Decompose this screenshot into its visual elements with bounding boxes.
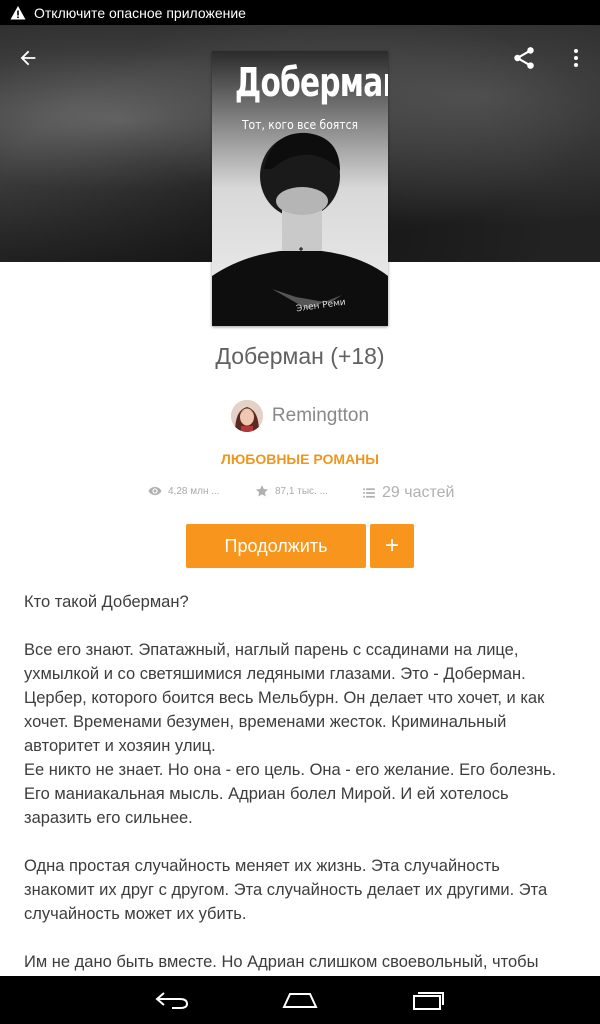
add-to-library-button[interactable]: + bbox=[370, 524, 414, 568]
status-bar: Отключите опасное приложение bbox=[0, 0, 600, 25]
description-line: Кто такой Доберман? bbox=[24, 593, 189, 611]
share-button[interactable] bbox=[506, 40, 542, 76]
story-cover[interactable]: Доберман Тот, кого все боятся Элен Реми bbox=[212, 51, 388, 326]
description-line: Им не дано быть вместе. Но Адриан слишко… bbox=[24, 953, 539, 971]
system-nav-bar bbox=[0, 976, 600, 1024]
description-line: Одна простая случайность меняет их жизнь… bbox=[24, 857, 500, 875]
eye-icon bbox=[148, 486, 162, 496]
votes-stat: 87,1 тыс. ... bbox=[255, 484, 328, 498]
nav-home-button[interactable] bbox=[276, 984, 324, 1016]
description-line: случайность может их убить. bbox=[24, 905, 247, 923]
share-icon bbox=[514, 47, 534, 69]
author-name[interactable]: Remingtton bbox=[272, 405, 369, 427]
author-row[interactable]: Remingtton bbox=[0, 400, 600, 432]
more-options-button[interactable] bbox=[558, 40, 594, 76]
story-stats: 4,28 млн ... 87,1 тыс. ... 29 частей bbox=[0, 484, 600, 510]
story-title: Доберман (+18) bbox=[215, 343, 385, 369]
nav-recents-icon bbox=[413, 992, 444, 1010]
story-description: Кто такой Доберман? Все его знают. Эпата… bbox=[24, 590, 576, 976]
author-avatar[interactable] bbox=[230, 400, 263, 432]
parts-stat: 29 частей bbox=[362, 484, 454, 502]
description-line: Все его знают. Эпатажный, наглый парень … bbox=[24, 641, 519, 659]
reads-stat: 4,28 млн ... bbox=[148, 484, 220, 498]
more-vert-icon bbox=[574, 49, 578, 67]
description-line: ухмылкой и со светяшимися ледяными глаза… bbox=[24, 665, 526, 683]
nav-back-icon bbox=[155, 992, 189, 1009]
star-icon bbox=[255, 485, 269, 497]
description-line: Ее никто не знает. Но она - его цель. Он… bbox=[24, 761, 557, 779]
warning-icon bbox=[10, 5, 26, 19]
list-icon bbox=[363, 488, 375, 498]
continue-reading-button[interactable]: Продолжить bbox=[186, 524, 366, 568]
description-line: хочет. Временами безумен, временами жест… bbox=[24, 713, 507, 731]
nav-back-button[interactable] bbox=[148, 984, 196, 1016]
description-line: заразить его сильнее. bbox=[24, 809, 193, 827]
status-notification-text: Отключите опасное приложение bbox=[34, 4, 246, 21]
nav-home-icon bbox=[282, 993, 318, 1008]
reads-count: 4,28 млн ... bbox=[168, 485, 220, 497]
arrow-back-icon bbox=[20, 50, 36, 66]
description-line: Его маниакальная мысль. Адриан болел Мир… bbox=[24, 785, 509, 803]
votes-count: 87,1 тыс. ... bbox=[275, 485, 328, 497]
back-button[interactable] bbox=[10, 40, 46, 76]
category-link[interactable]: ЛЮБОВНЫЕ РОМАНЫ bbox=[0, 451, 600, 467]
description-line: авторитет и хозяин улиц. bbox=[24, 737, 216, 755]
nav-recents-button[interactable] bbox=[404, 984, 452, 1016]
parts-count: 29 частей bbox=[382, 484, 455, 501]
description-line: Цербер, которого боится весь Мельбурн. О… bbox=[24, 689, 545, 707]
description-line: знакомит их друг с другом. Эта случайнос… bbox=[24, 881, 548, 899]
cover-tagline: Тот, кого все боятся bbox=[241, 118, 359, 132]
cover-title: Доберман bbox=[234, 60, 388, 106]
